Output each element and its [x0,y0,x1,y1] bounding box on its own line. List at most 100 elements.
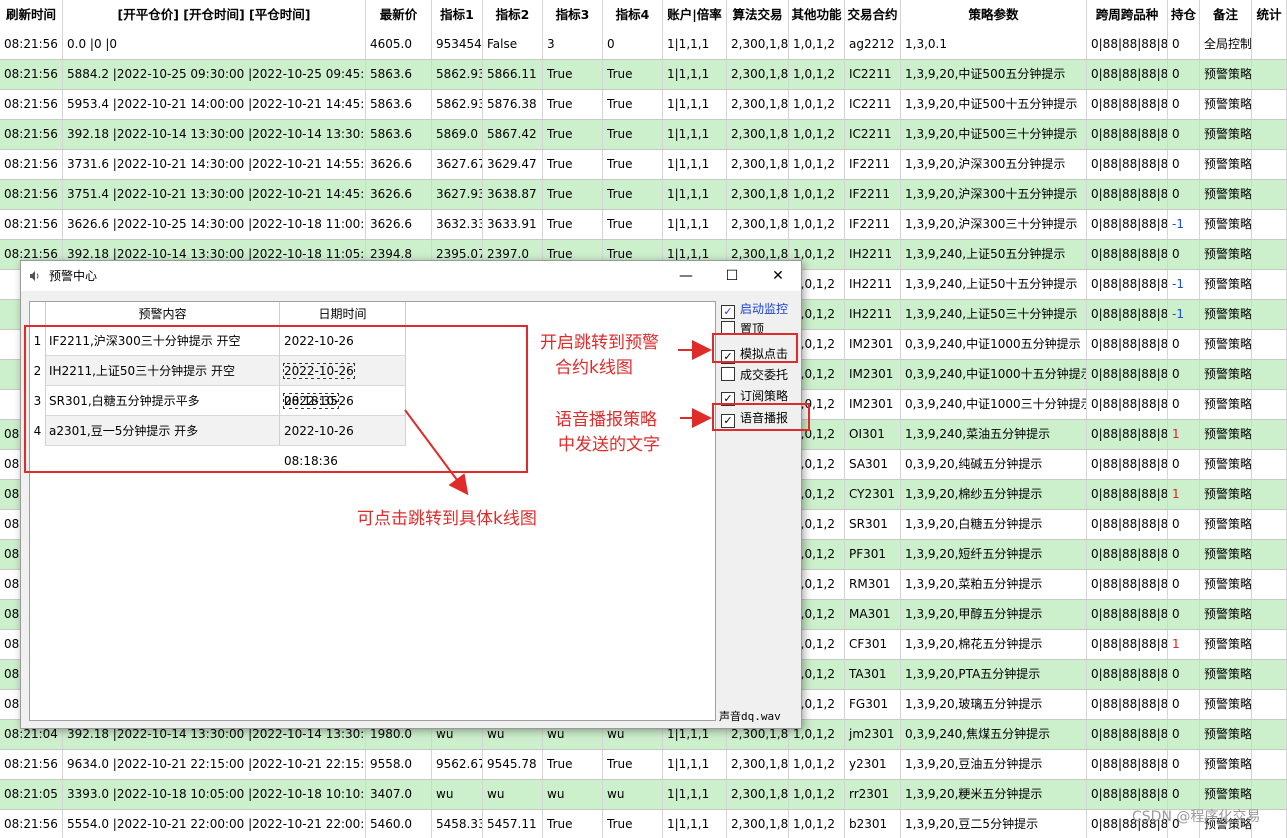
column-header-datetime[interactable]: 日期时间 [280,302,406,326]
cell-4[interactable]: 5876.38 [483,90,543,119]
cell-6[interactable]: True [603,180,663,209]
cell-9[interactable]: 1,0,1,2 [789,60,845,89]
cell-13[interactable]: -1 [1168,210,1200,239]
cell-12[interactable]: 0|88|88|88|88 [1087,480,1168,509]
cell-15[interactable] [1252,210,1287,239]
maximize-button[interactable]: ☐ [709,261,755,291]
cell-11[interactable]: 1,3,9,20,白糖五分钟提示 [901,510,1087,539]
cell-15[interactable] [1252,390,1287,419]
cell-13[interactable]: 0 [1168,690,1200,719]
cell-4[interactable]: False [483,30,543,59]
cell-9[interactable]: 1,0,1,2 [789,810,845,838]
cell-6[interactable]: True [603,810,663,838]
cell-12[interactable]: 0|88|88|88|88 [1087,270,1168,299]
cell-13[interactable]: -1 [1168,300,1200,329]
cell-15[interactable] [1252,630,1287,659]
cell-11[interactable]: 1,3,9,20,菜粕五分钟提示 [901,570,1087,599]
cell-8[interactable]: 2,300,1,88 [727,90,789,119]
cell-4[interactable]: 5457.11 [483,810,543,838]
cell-1[interactable]: 3731.6 |2022-10-21 14:30:00 |2022-10-21 … [63,150,366,179]
cell-13[interactable]: 0 [1168,330,1200,359]
cell-13[interactable]: 1 [1168,630,1200,659]
cell-13[interactable]: 0 [1168,390,1200,419]
cell-13[interactable]: 0 [1168,150,1200,179]
cell-10[interactable]: SA301 [845,450,901,479]
cell-15[interactable] [1252,750,1287,779]
cell-9[interactable]: 1,0,1,2 [789,210,845,239]
cell-8[interactable]: 2,300,1,88 [727,180,789,209]
column-header-4[interactable]: 指标2 [483,0,543,30]
cell-10[interactable]: IC2211 [845,120,901,149]
cell-6[interactable]: True [603,150,663,179]
table-row[interactable]: 08:21:56 3626.6 |2022-10-25 14:30:00 |202… [0,210,1287,240]
cell-10[interactable]: IH2211 [845,270,901,299]
cell-12[interactable]: 0|88|88|88|88 [1087,150,1168,179]
cell-13[interactable]: 0 [1168,660,1200,689]
cell-0[interactable]: 08:21:56 [0,210,63,239]
column-header-7[interactable]: 账户|倍率 [663,0,727,30]
cell-12[interactable]: 0|88|88|88|88 [1087,240,1168,269]
cell-15[interactable] [1252,90,1287,119]
cell-14[interactable]: 预警策略 [1200,360,1252,389]
cell-14[interactable]: 全局控制 [1200,30,1252,59]
cell-15[interactable] [1252,780,1287,809]
cell-10[interactable]: TA301 [845,660,901,689]
cell-14[interactable]: 预警策略 [1200,240,1252,269]
cell-3[interactable]: 5458.33 [432,810,483,838]
cell-14[interactable]: 预警策略 [1200,90,1252,119]
cell-5[interactable]: True [543,210,603,239]
cell-14[interactable]: 预警策略 [1200,420,1252,449]
cell-0[interactable]: 08:21:56 [0,750,63,779]
cell-14[interactable]: 预警策略 [1200,450,1252,479]
cell-11[interactable]: 1,3,9,20,沪深300五分钟提示 [901,150,1087,179]
column-header-10[interactable]: 交易合约 [845,0,901,30]
cell-5[interactable]: True [543,810,603,838]
cell-7[interactable]: 1|1,1,1 [663,60,727,89]
cell-1[interactable]: 3393.0 |2022-10-18 10:05:00 |2022-10-18 … [63,780,366,809]
cell-6[interactable]: True [603,120,663,149]
cell-10[interactable]: FG301 [845,690,901,719]
cell-15[interactable] [1252,480,1287,509]
cell-6[interactable]: 0 [603,30,663,59]
cell-6[interactable]: True [603,750,663,779]
column-header-15[interactable]: 统计 [1252,0,1287,30]
cell-7[interactable]: 1|1,1,1 [663,150,727,179]
cell-11[interactable]: 1,3,9,20,沪深300十五分钟提示 [901,180,1087,209]
cell-1[interactable]: 3626.6 |2022-10-25 14:30:00 |2022-10-18 … [63,210,366,239]
cell-2[interactable]: 3626.6 [366,180,432,209]
cell-0[interactable]: 08:21:56 [0,810,63,838]
cell-2[interactable]: 5863.6 [366,120,432,149]
cell-10[interactable]: IF2211 [845,210,901,239]
close-button[interactable]: ✕ [755,261,801,291]
cell-12[interactable]: 0|88|88|88|88 [1087,720,1168,749]
cell-14[interactable]: 预警策略 [1200,330,1252,359]
cell-12[interactable]: 0|88|88|88|88 [1087,690,1168,719]
cell-14[interactable]: 预警策略 [1200,540,1252,569]
cell-4[interactable]: 5867.42 [483,120,543,149]
cell-12[interactable]: 0|88|88|88|88 [1087,570,1168,599]
cell-5[interactable]: True [543,120,603,149]
cell-7[interactable]: 1|1,1,1 [663,120,727,149]
cell-13[interactable]: 0 [1168,720,1200,749]
cell-9[interactable]: 1,0,1,2 [789,30,845,59]
cell-2[interactable]: 5863.6 [366,90,432,119]
cell-4[interactable]: 5866.11 [483,60,543,89]
cell-10[interactable]: IH2211 [845,300,901,329]
cell-4[interactable]: 3633.91 [483,210,543,239]
cell-11[interactable]: 1,3,9,240,上证50十五分钟提示 [901,270,1087,299]
cell-8[interactable]: 2,300,1,88 [727,120,789,149]
cell-15[interactable] [1252,180,1287,209]
cell-12[interactable]: 0|88|88|88|88 [1087,90,1168,119]
cell-15[interactable] [1252,720,1287,749]
cell-15[interactable] [1252,120,1287,149]
cell-15[interactable] [1252,600,1287,629]
cell-13[interactable]: 0 [1168,240,1200,269]
cell-4[interactable]: 3629.47 [483,150,543,179]
table-row[interactable]: 08:21:560.0 |0 |04605.0953454...False301… [0,30,1287,60]
cell-13[interactable]: 0 [1168,570,1200,599]
column-header-1[interactable]: [开平仓价] [开仓时间] [平仓时间] [63,0,366,30]
cell-15[interactable] [1252,570,1287,599]
cell-0[interactable]: 08:21:56 [0,30,63,59]
cell-13[interactable]: 0 [1168,120,1200,149]
cell-10[interactable]: SR301 [845,510,901,539]
